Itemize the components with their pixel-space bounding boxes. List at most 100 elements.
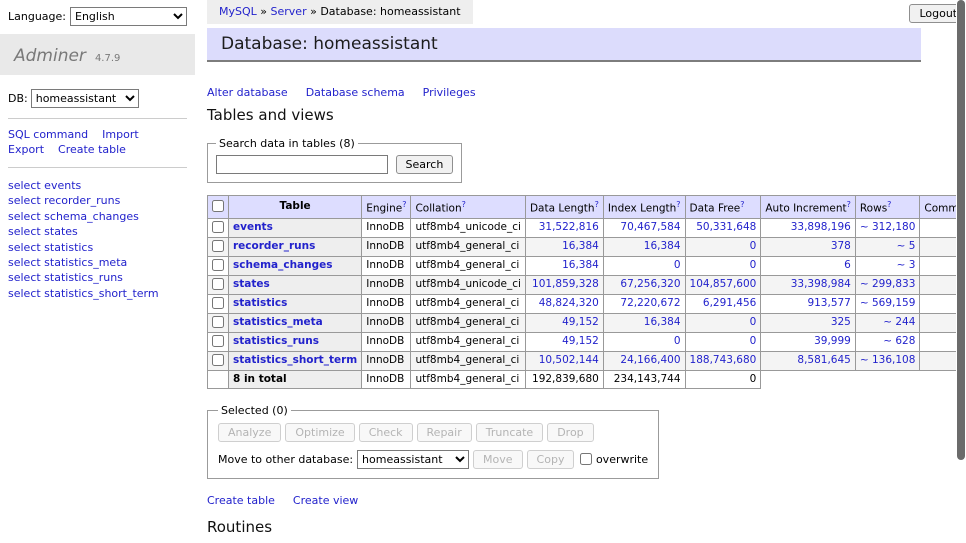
table-select-link[interactable]: select events bbox=[8, 179, 81, 192]
rows-value[interactable]: ~ 136,108 bbox=[860, 354, 916, 366]
table-select-link[interactable]: select statistics_short_term bbox=[8, 287, 159, 300]
help-link[interactable]: ? bbox=[402, 200, 406, 209]
data-length-value[interactable]: 101,859,328 bbox=[532, 278, 599, 290]
data-free-value[interactable]: 188,743,680 bbox=[690, 354, 757, 366]
search-button[interactable]: Search bbox=[396, 155, 454, 174]
db-link-privileges[interactable]: Privileges bbox=[423, 86, 476, 99]
data-free-value[interactable]: 50,331,648 bbox=[696, 221, 756, 233]
table-name-link[interactable]: statistics bbox=[233, 297, 287, 309]
row-checkbox[interactable] bbox=[212, 240, 224, 252]
db-link-database-schema[interactable]: Database schema bbox=[306, 86, 405, 99]
data-free-value[interactable]: 0 bbox=[750, 240, 757, 252]
select-all-checkbox[interactable] bbox=[212, 200, 224, 212]
table-select-link[interactable]: select states bbox=[8, 225, 78, 238]
sidebar-action-import[interactable]: Import bbox=[102, 128, 139, 141]
sidebar-action-create-table[interactable]: Create table bbox=[58, 143, 126, 156]
index-length-value[interactable]: 0 bbox=[674, 335, 681, 347]
data-length-value[interactable]: 10,502,144 bbox=[539, 354, 599, 366]
table-select-link[interactable]: select statistics bbox=[8, 241, 93, 254]
analyze-button[interactable]: Analyze bbox=[218, 423, 281, 442]
index-length-value[interactable]: 70,467,584 bbox=[620, 221, 680, 233]
help-link[interactable]: ? bbox=[676, 200, 680, 209]
data-free-value[interactable]: 104,857,600 bbox=[690, 278, 757, 290]
table-name-link[interactable]: schema_changes bbox=[233, 259, 333, 271]
table-select-link[interactable]: select statistics_runs bbox=[8, 271, 123, 284]
data-free-value[interactable]: 0 bbox=[750, 335, 757, 347]
data-length-value[interactable]: 49,152 bbox=[562, 335, 599, 347]
breadcrumb-item[interactable]: MySQL bbox=[219, 5, 257, 18]
breadcrumb-item[interactable]: Server bbox=[271, 5, 307, 18]
data-length-value[interactable]: 31,522,816 bbox=[539, 221, 599, 233]
table-select-link[interactable]: select schema_changes bbox=[8, 210, 139, 223]
data-free-value[interactable]: 0 bbox=[750, 316, 757, 328]
table-name-link[interactable]: statistics_runs bbox=[233, 335, 319, 347]
data-free-value[interactable]: 6,291,456 bbox=[703, 297, 756, 309]
rows-value[interactable]: ~ 5 bbox=[897, 240, 916, 252]
table-name-link[interactable]: recorder_runs bbox=[233, 240, 315, 252]
auto-increment-value[interactable]: 325 bbox=[831, 316, 851, 328]
table-select-link[interactable]: select recorder_runs bbox=[8, 194, 120, 207]
rows-value[interactable]: ~ 244 bbox=[883, 316, 915, 328]
index-length-value[interactable]: 24,166,400 bbox=[620, 354, 680, 366]
auto-increment-value[interactable]: 8,581,645 bbox=[797, 354, 850, 366]
row-checkbox[interactable] bbox=[212, 335, 224, 347]
row-checkbox[interactable] bbox=[212, 278, 224, 290]
row-checkbox[interactable] bbox=[212, 297, 224, 309]
help-link[interactable]: ? bbox=[740, 200, 744, 209]
table-name-link[interactable]: statistics_meta bbox=[233, 316, 323, 328]
help-link[interactable]: ? bbox=[887, 200, 891, 209]
sidebar-action-export[interactable]: Export bbox=[8, 143, 44, 156]
data-length-value[interactable]: 49,152 bbox=[562, 316, 599, 328]
help-link[interactable]: ? bbox=[847, 200, 851, 209]
drop-button[interactable]: Drop bbox=[547, 423, 593, 442]
db-link-alter-database[interactable]: Alter database bbox=[207, 86, 288, 99]
index-length-value[interactable]: 67,256,320 bbox=[620, 278, 680, 290]
auto-increment-value[interactable]: 913,577 bbox=[807, 297, 850, 309]
index-length-value[interactable]: 72,220,672 bbox=[620, 297, 680, 309]
language-select[interactable]: English bbox=[70, 7, 187, 26]
create-link-create-view[interactable]: Create view bbox=[293, 494, 358, 507]
help-link[interactable]: ? bbox=[595, 200, 599, 209]
index-length-value[interactable]: 0 bbox=[674, 259, 681, 271]
row-checkbox[interactable] bbox=[212, 316, 224, 328]
move-db-select[interactable]: homeassistant bbox=[357, 450, 469, 469]
table-name-link[interactable]: states bbox=[233, 278, 270, 290]
help-link[interactable]: ? bbox=[462, 200, 466, 209]
data-free-value[interactable]: 0 bbox=[750, 259, 757, 271]
rows-value[interactable]: ~ 312,180 bbox=[860, 221, 916, 233]
sidebar-action-sql-command[interactable]: SQL command bbox=[8, 128, 88, 141]
app-logo[interactable]: Adminer bbox=[14, 46, 86, 66]
auto-increment-value[interactable]: 33,898,196 bbox=[791, 221, 851, 233]
scrollbar[interactable] bbox=[956, 0, 966, 543]
auto-increment-value[interactable]: 33,398,984 bbox=[791, 278, 851, 290]
table-name-link[interactable]: events bbox=[233, 221, 273, 233]
index-length-value[interactable]: 16,384 bbox=[644, 316, 681, 328]
repair-button[interactable]: Repair bbox=[417, 423, 472, 442]
auto-increment-value[interactable]: 6 bbox=[844, 259, 851, 271]
data-length-value[interactable]: 48,824,320 bbox=[539, 297, 599, 309]
move-button[interactable]: Move bbox=[473, 450, 523, 469]
scrollbar-thumb[interactable] bbox=[957, 0, 965, 460]
row-checkbox[interactable] bbox=[212, 221, 224, 233]
search-input[interactable] bbox=[216, 155, 388, 174]
truncate-button[interactable]: Truncate bbox=[476, 423, 543, 442]
overwrite-checkbox[interactable] bbox=[580, 453, 592, 465]
row-checkbox[interactable] bbox=[212, 259, 224, 271]
db-select[interactable]: homeassistant bbox=[31, 89, 139, 108]
table-name-link[interactable]: statistics_short_term bbox=[233, 354, 357, 366]
auto-increment-value[interactable]: 378 bbox=[831, 240, 851, 252]
check-button[interactable]: Check bbox=[359, 423, 413, 442]
data-length-value[interactable]: 16,384 bbox=[562, 259, 599, 271]
rows-value[interactable]: ~ 299,833 bbox=[860, 278, 916, 290]
copy-button[interactable]: Copy bbox=[527, 450, 575, 469]
create-link-create-table[interactable]: Create table bbox=[207, 494, 275, 507]
optimize-button[interactable]: Optimize bbox=[285, 423, 354, 442]
data-length-value[interactable]: 16,384 bbox=[562, 240, 599, 252]
index-length-value[interactable]: 16,384 bbox=[644, 240, 681, 252]
rows-value[interactable]: ~ 3 bbox=[897, 259, 916, 271]
table-select-link[interactable]: select statistics_meta bbox=[8, 256, 127, 269]
rows-value[interactable]: ~ 628 bbox=[883, 335, 915, 347]
auto-increment-value[interactable]: 39,999 bbox=[814, 335, 851, 347]
overwrite-label[interactable]: overwrite bbox=[580, 453, 648, 466]
row-checkbox[interactable] bbox=[212, 354, 224, 366]
